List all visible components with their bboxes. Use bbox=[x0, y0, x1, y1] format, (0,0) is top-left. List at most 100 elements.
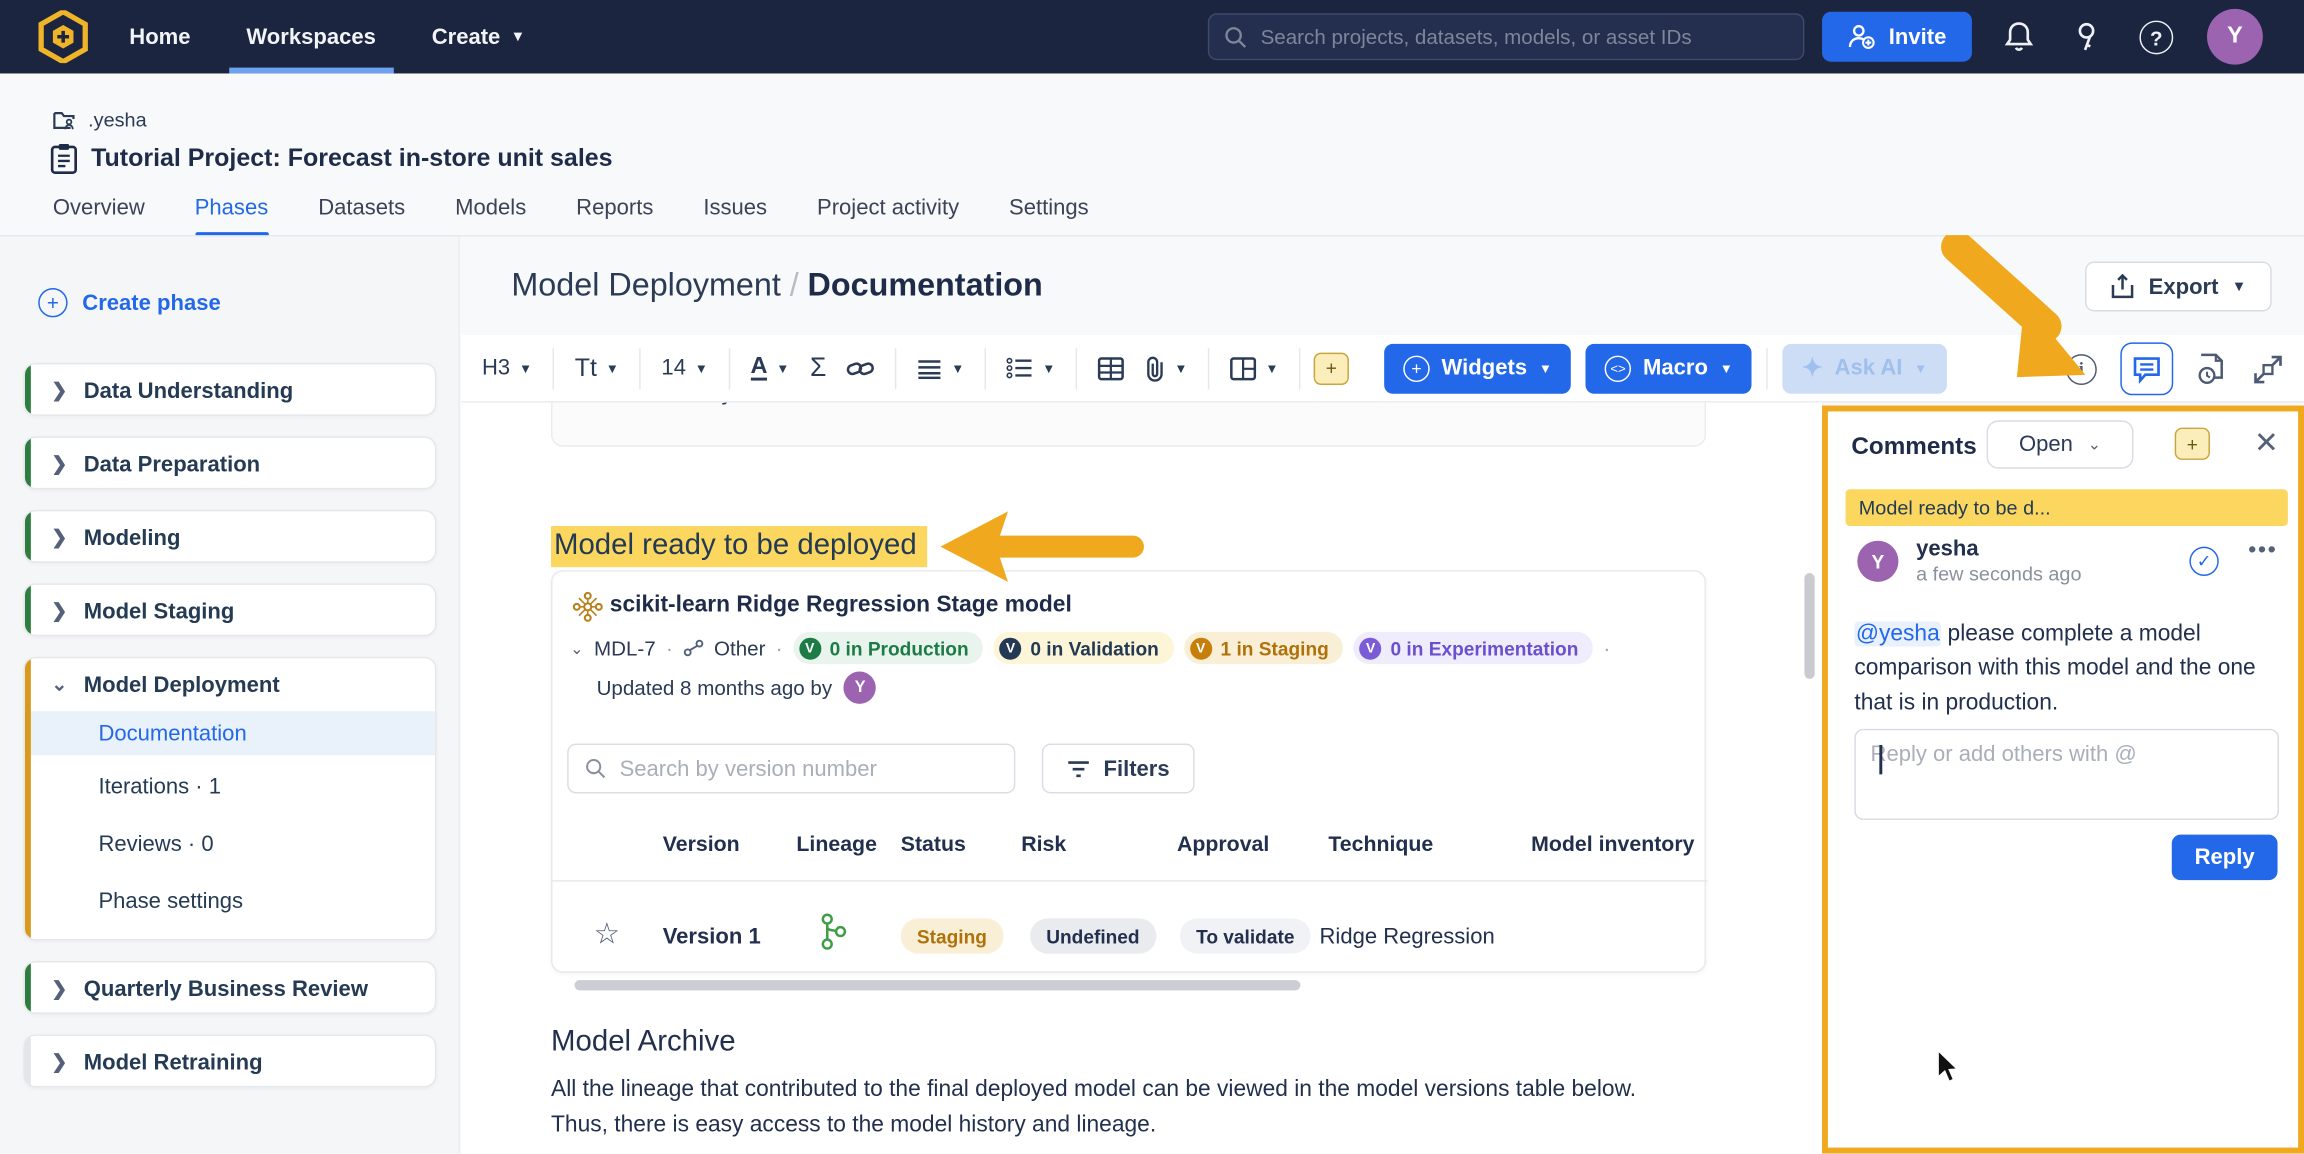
sidebar-item-documentation[interactable]: Documentation bbox=[25, 711, 435, 755]
col-status[interactable]: Status bbox=[901, 833, 966, 857]
create-phase-button[interactable]: + Create phase bbox=[38, 288, 221, 317]
breadcrumb[interactable]: .yesha bbox=[53, 109, 147, 131]
info-icon[interactable]: i bbox=[2066, 353, 2097, 384]
phase-model-staging[interactable]: ❯ Model Staging bbox=[24, 583, 437, 636]
comments-filter-dropdown[interactable]: Open⌄ bbox=[1987, 420, 2134, 468]
horizontal-scrollbar[interactable] bbox=[575, 980, 1301, 990]
export-button[interactable]: Export ▼ bbox=[2085, 262, 2272, 312]
nav-create[interactable]: Create▼ bbox=[432, 0, 525, 73]
badge-validation[interactable]: V 0 in Validation bbox=[994, 632, 1174, 664]
help-icon[interactable]: ? bbox=[2139, 21, 2173, 55]
version-search[interactable] bbox=[567, 744, 1015, 794]
notifications-bell-icon[interactable] bbox=[2001, 19, 2036, 54]
close-icon[interactable]: ✕ bbox=[2254, 425, 2279, 462]
user-avatar[interactable]: Y bbox=[2207, 9, 2263, 65]
col-approval[interactable]: Approval bbox=[1177, 833, 1269, 857]
tab-models[interactable]: Models bbox=[455, 195, 526, 233]
global-search-input[interactable] bbox=[1261, 25, 1789, 49]
macro-button[interactable]: <> Macro▼ bbox=[1586, 343, 1752, 393]
favorite-star-icon[interactable]: ☆ bbox=[594, 915, 620, 952]
model-archive-heading: Model Archive bbox=[551, 1026, 736, 1060]
font-size-dropdown[interactable]: 14▼ bbox=[654, 350, 715, 387]
text-color-dropdown[interactable]: A▼ bbox=[743, 350, 797, 387]
sidebar-item-iterations[interactable]: Iterations · 1 bbox=[25, 764, 435, 808]
phase-model-deployment-header[interactable]: ⌄ Model Deployment bbox=[25, 658, 435, 711]
fullscreen-icon[interactable] bbox=[2253, 353, 2284, 384]
code-block[interactable]: } bbox=[551, 403, 1706, 447]
comment-anchor-quote[interactable]: Model ready to be d... bbox=[1846, 489, 2288, 526]
new-comment-icon[interactable]: + bbox=[2175, 428, 2210, 460]
lineage-icon[interactable] bbox=[817, 912, 849, 950]
tab-issues[interactable]: Issues bbox=[703, 195, 767, 233]
model-id[interactable]: MDL-7 bbox=[594, 636, 656, 660]
app-root: Home Workspaces Create▼ Invite bbox=[0, 0, 2304, 1153]
global-search[interactable] bbox=[1208, 13, 1805, 60]
phase-model-retraining[interactable]: ❯ Model Retraining bbox=[24, 1034, 437, 1087]
text-style-dropdown[interactable]: Tt▼ bbox=[567, 348, 626, 389]
heading-style-dropdown[interactable]: H3▼ bbox=[475, 350, 540, 387]
caret-down-icon: ▼ bbox=[511, 29, 526, 45]
mention-link[interactable]: @yesha bbox=[1854, 622, 1941, 647]
comment-menu-icon[interactable]: ••• bbox=[2248, 538, 2277, 564]
resolve-check-icon[interactable]: ✓ bbox=[2189, 547, 2218, 576]
invite-button[interactable]: Invite bbox=[1822, 12, 1972, 62]
reply-input[interactable] bbox=[1854, 729, 2279, 820]
reply-textarea[interactable] bbox=[1871, 742, 2263, 807]
insert-table-button[interactable] bbox=[1091, 350, 1132, 385]
attach-dropdown[interactable]: ▼ bbox=[1138, 349, 1195, 387]
col-technique[interactable]: Technique bbox=[1328, 833, 1433, 857]
align-dropdown[interactable]: ▼ bbox=[910, 352, 972, 384]
col-lineage[interactable]: Lineage bbox=[796, 833, 877, 857]
reply-button[interactable]: Reply bbox=[2172, 835, 2278, 881]
table-divider bbox=[552, 880, 1707, 881]
sidebar-item-phase-settings[interactable]: Phase settings bbox=[25, 879, 435, 923]
phase-quarterly-business-review[interactable]: ❯ Quarterly Business Review bbox=[24, 961, 437, 1014]
phase-data-understanding[interactable]: ❯ Data Understanding bbox=[24, 363, 437, 416]
col-version[interactable]: Version bbox=[663, 833, 740, 857]
link-button[interactable] bbox=[840, 352, 883, 384]
phase-modeling[interactable]: ❯ Modeling bbox=[24, 510, 437, 563]
model-meta-row: ⌄ MDL-7 · Other · V 0 in Production V 0 … bbox=[570, 632, 1610, 664]
highlighted-heading[interactable]: Model ready to be deployed bbox=[551, 526, 927, 567]
api-key-icon[interactable] bbox=[2072, 19, 2107, 54]
model-name[interactable]: scikit-learn Ridge Regression Stage mode… bbox=[610, 592, 1072, 618]
tab-project-activity[interactable]: Project activity bbox=[817, 195, 959, 233]
doc-history-icon[interactable] bbox=[2197, 353, 2229, 385]
chevron-down-icon[interactable]: ⌄ bbox=[570, 638, 584, 657]
col-model-inventory[interactable]: Model inventory bbox=[1531, 833, 1707, 857]
col-risk[interactable]: Risk bbox=[1021, 833, 1066, 857]
align-icon bbox=[917, 358, 942, 379]
tab-reports[interactable]: Reports bbox=[576, 195, 653, 233]
badge-staging[interactable]: V 1 in Staging bbox=[1184, 632, 1344, 664]
phase-data-preparation[interactable]: ❯ Data Preparation bbox=[24, 436, 437, 489]
sidebar-item-reviews[interactable]: Reviews · 0 bbox=[25, 821, 435, 865]
filters-button[interactable]: Filters bbox=[1042, 744, 1195, 794]
nav-workspaces[interactable]: Workspaces bbox=[246, 0, 375, 73]
nav-home[interactable]: Home bbox=[129, 0, 190, 73]
add-comment-icon[interactable]: + bbox=[1314, 352, 1349, 384]
vertical-scrollbar[interactable] bbox=[1804, 573, 1814, 679]
tab-phases[interactable]: Phases bbox=[195, 195, 269, 233]
code-circle-icon: <> bbox=[1605, 355, 1631, 381]
version-search-input[interactable] bbox=[620, 756, 998, 781]
list-dropdown[interactable]: ▼ bbox=[1000, 351, 1063, 385]
badge-experimentation[interactable]: V 0 in Experimentation bbox=[1354, 632, 1593, 664]
project-tabs: Overview Phases Datasets Models Reports … bbox=[53, 195, 1089, 233]
domino-logo-icon[interactable] bbox=[38, 10, 88, 63]
chevron-right-icon: ❯ bbox=[51, 526, 66, 550]
ask-ai-button[interactable]: ✦ Ask AI▼ bbox=[1783, 343, 1947, 393]
formula-button[interactable]: Σ bbox=[803, 347, 834, 390]
chevron-right-icon: ❯ bbox=[51, 453, 66, 477]
tab-datasets[interactable]: Datasets bbox=[318, 195, 405, 233]
badge-production[interactable]: V 0 in Production bbox=[793, 632, 983, 664]
widgets-button[interactable]: + Widgets▼ bbox=[1384, 343, 1571, 393]
row-version[interactable]: Version 1 bbox=[663, 924, 761, 949]
comments-toggle-button[interactable] bbox=[2120, 342, 2173, 395]
columns-icon bbox=[1230, 356, 1256, 380]
tab-overview[interactable]: Overview bbox=[53, 195, 145, 233]
comment-timestamp: a few seconds ago bbox=[1916, 563, 2081, 585]
tab-settings[interactable]: Settings bbox=[1009, 195, 1089, 233]
layout-dropdown[interactable]: ▼ bbox=[1223, 350, 1286, 385]
updater-avatar[interactable]: Y bbox=[844, 672, 876, 704]
plus-icon: + bbox=[38, 288, 67, 317]
